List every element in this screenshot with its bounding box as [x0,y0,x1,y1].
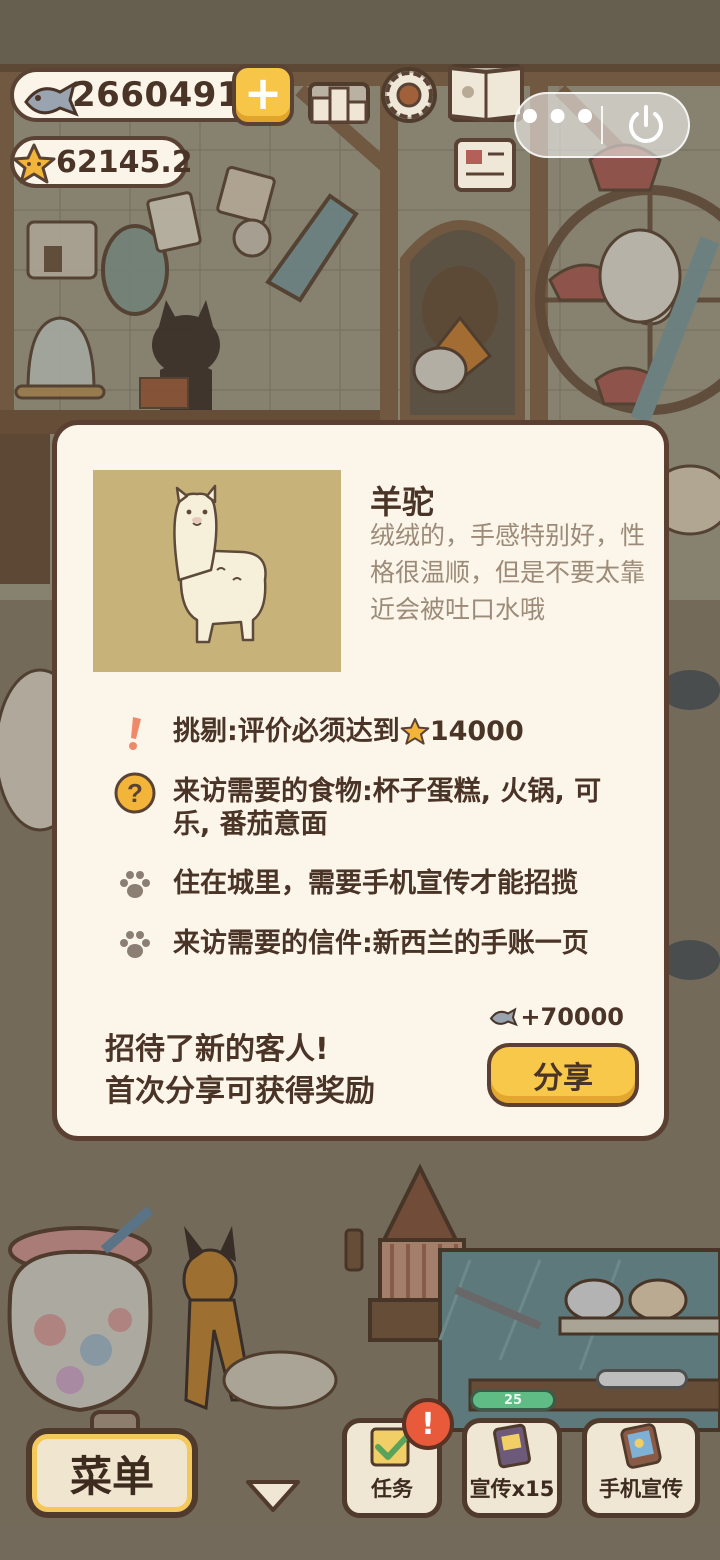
paw-icon [107,863,163,907]
leaderboard-button[interactable] [306,80,372,126]
share-button[interactable]: 分享 [487,1043,639,1107]
new-customer-dialog: 羊驼 绒绒的，手感特别好，性格很温顺，但是不要太靠近会被吐口水哦 挑剔:评价必须… [52,420,669,1141]
gear-icon [385,71,433,119]
fish-icon [24,80,79,117]
share-reward-value: +70000 [520,1003,624,1031]
customer-description: 绒绒的，手感特别好，性格很温顺，但是不要太靠近会被吐口水哦 [370,521,646,624]
paw-icon [107,923,163,967]
phone-promo-label: 手机宣传 [599,1477,683,1501]
requirement-letter: 来访需要的信件:新西兰的手账一页 [107,923,633,967]
star-icon [400,718,430,745]
flyer-icon [493,1423,531,1469]
phone-promo-timer-bar [596,1369,688,1389]
phone-promo-button[interactable]: 手机宣传 [582,1418,700,1518]
plus-icon: + [243,66,283,120]
power-icon [628,105,663,143]
book-icon [448,65,524,123]
share-message: 招待了新的客人! 首次分享可获得奖励 [105,1029,375,1113]
newspaper-button[interactable] [452,136,518,194]
svg-text:?: ? [127,778,143,808]
menu-button[interactable]: 菜单 [26,1428,198,1518]
share-message-line2: 首次分享可获得奖励 [105,1074,375,1109]
requirement-rating: 挑剔:评价必须达到 14000 [107,711,633,755]
podium-icon [310,86,368,124]
fish-coin-value: 2660491 [72,75,242,115]
task-alert-badge: ! [402,1398,454,1450]
newspaper-icon [454,138,516,192]
alpaca-illustration [173,484,267,644]
star-rating-counter: 62145.2 [10,136,193,188]
add-coins-button[interactable]: + [232,64,294,126]
requirement-rating-label: 挑剔:评价必须达到 [173,716,400,747]
collapse-arrow-icon[interactable] [244,1476,302,1516]
mini-program-capsule: ••• [514,92,690,158]
fish-icon [490,1007,519,1027]
question-icon: ? [107,771,163,815]
requirement-letter-text: 来访需要的信件:新西兰的手账一页 [173,928,589,959]
requirement-location: 住在城里，需要手机宣传才能招揽 [107,863,633,907]
star-rating-value: 62145.2 [56,144,193,180]
requirement-rating-text: 挑剔:评价必须达到 14000 [173,711,633,748]
requirement-location-text: 住在城里，需要手机宣传才能招揽 [173,868,578,899]
exit-button[interactable] [603,103,688,147]
guide-book-button[interactable] [446,62,526,124]
star-icon [12,143,56,184]
promo-label: 宣传x15 [469,1477,555,1501]
share-reward: +70000 [488,1003,624,1031]
settings-button[interactable] [380,66,438,124]
phone-icon [620,1423,662,1469]
promo-timer: 25 [470,1389,556,1411]
requirement-food: ? 来访需要的食物:杯子蛋糕, 火锅, 可乐, 番茄意面 [107,771,633,841]
task-label: 任务 [371,1477,413,1501]
more-options-button[interactable]: ••• [516,98,601,138]
requirement-rating-value: 14000 [429,716,524,747]
share-message-line1: 招待了新的客人! [105,1032,329,1067]
promo-button[interactable]: 宣传x15 [462,1418,562,1518]
exclamation-icon [107,711,163,755]
customer-portrait [93,470,341,672]
menu-clip-decoration [90,1410,140,1432]
requirement-food-text: 来访需要的食物:杯子蛋糕, 火锅, 可乐, 番茄意面 [173,776,602,840]
